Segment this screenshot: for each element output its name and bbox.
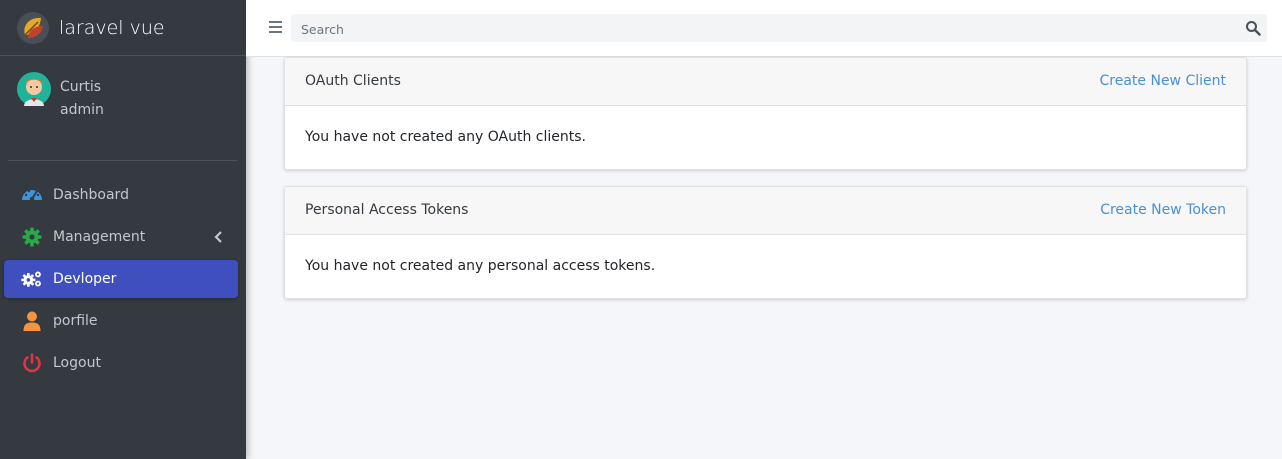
user-panel: Curtis admin (8, 56, 238, 161)
cogs-icon (21, 268, 43, 290)
sidebar-item-label: porfile (53, 313, 98, 329)
sidebar-item-label: Devloper (53, 271, 117, 287)
card-body: You have not created any OAuth clients. (285, 106, 1246, 169)
personal-access-tokens-card: Personal Access Tokens Create New Token … (284, 186, 1247, 299)
sidebar-item-developer[interactable]: Devloper (4, 260, 238, 298)
oauth-clients-card: OAuth Clients Create New Client You have… (284, 57, 1247, 170)
sidebar-menu: Dashboard Management Devloper porfile Lo… (4, 176, 238, 386)
search-icon[interactable] (1245, 20, 1261, 36)
empty-message: You have not created any OAuth clients. (305, 129, 586, 145)
card-header: OAuth Clients Create New Client (285, 58, 1246, 106)
sidebar-item-profile[interactable]: porfile (4, 302, 238, 340)
menu-toggle-icon[interactable] (268, 19, 284, 35)
sidebar-item-logout[interactable]: Logout (4, 344, 238, 382)
brand-text: laravel vue (59, 16, 165, 39)
card-body: You have not created any personal access… (285, 235, 1246, 298)
cog-icon (21, 226, 43, 248)
power-off-icon (21, 352, 43, 374)
card-title: OAuth Clients (305, 73, 401, 89)
main-sidebar: laravel vue Curtis admin Dashboard Manag… (0, 0, 246, 459)
sidebar-item-label: Logout (53, 355, 101, 371)
brand-link[interactable]: laravel vue (0, 0, 246, 56)
brand-logo-icon (17, 11, 49, 44)
card-header: Personal Access Tokens Create New Token (285, 187, 1246, 235)
empty-message: You have not created any personal access… (305, 258, 656, 274)
search-input[interactable] (299, 19, 1233, 39)
sidebar-item-dashboard[interactable]: Dashboard (4, 176, 238, 214)
create-new-client-link[interactable]: Create New Client (1100, 73, 1227, 89)
card-title: Personal Access Tokens (305, 202, 469, 218)
user-role: admin (60, 102, 104, 118)
chevron-left-icon (214, 231, 222, 243)
sidebar-item-label: Management (53, 229, 146, 245)
sidebar-item-management[interactable]: Management (4, 218, 238, 256)
avatar[interactable] (17, 72, 51, 106)
top-navbar (246, 0, 1282, 57)
sidebar-item-label: Dashboard (53, 187, 129, 203)
user-name[interactable]: Curtis (60, 80, 101, 95)
user-icon (21, 310, 43, 332)
search-bar (291, 14, 1267, 42)
create-new-token-link[interactable]: Create New Token (1100, 202, 1226, 218)
tachometer-icon (21, 184, 43, 206)
